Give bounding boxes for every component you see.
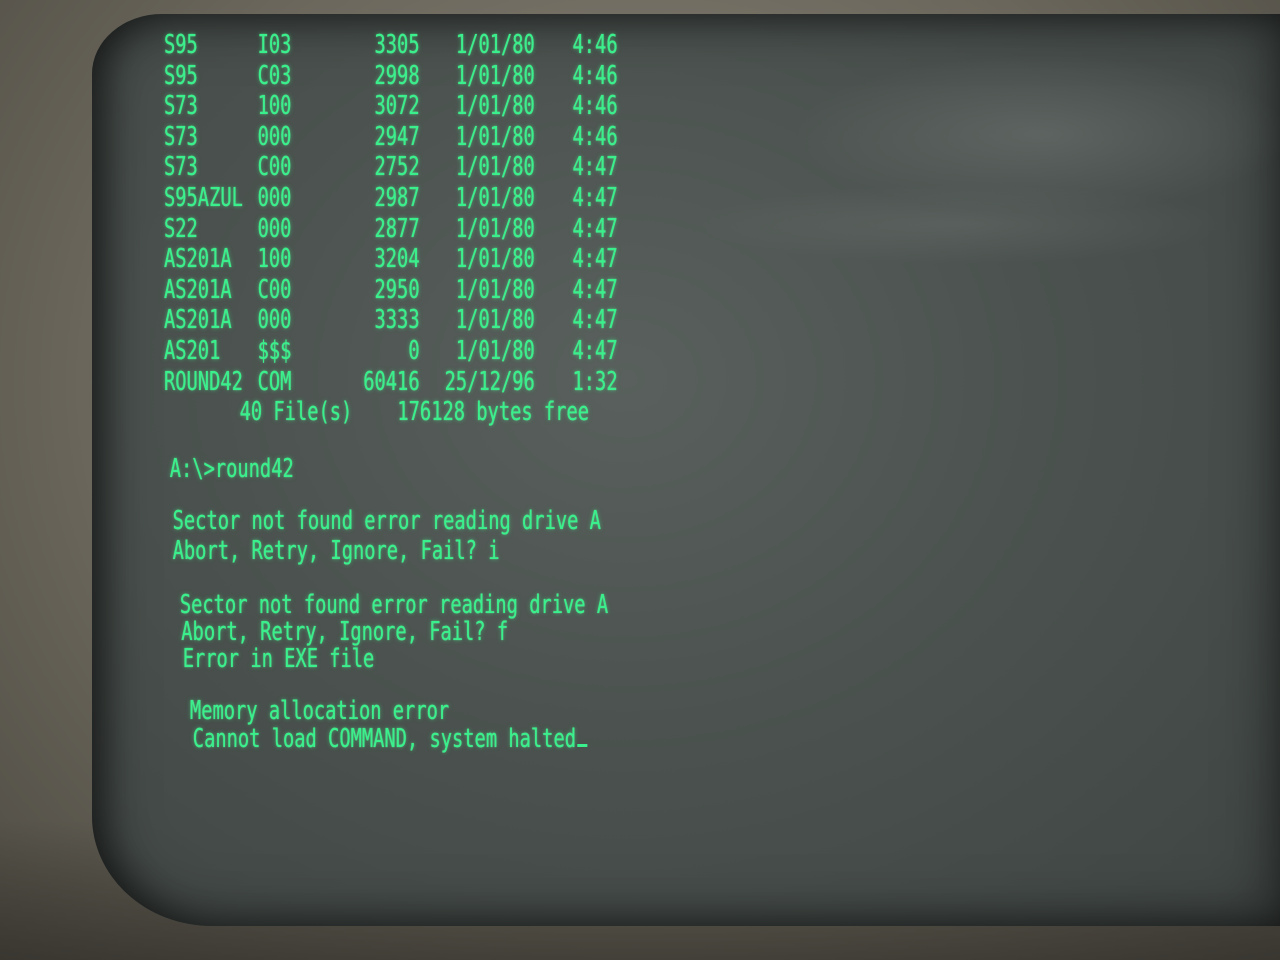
directory-row: S95 I03 3305 1/01/80 4:46 bbox=[164, 30, 618, 61]
file-size: 2998 bbox=[374, 60, 420, 91]
file-time: 4:46 bbox=[572, 30, 618, 60]
text-cursor bbox=[577, 744, 588, 747]
file-name: S73 bbox=[164, 152, 198, 183]
file-date: 1/01/80 bbox=[455, 152, 535, 183]
directory-row: AS201A C00 2950 1/01/80 4:47 bbox=[164, 275, 618, 306]
directory-summary: 40 File(s) 176128 bytes free bbox=[239, 397, 589, 427]
file-time: 4:47 bbox=[572, 152, 618, 183]
file-time: 1:32 bbox=[572, 366, 618, 397]
file-time: 4:47 bbox=[572, 244, 618, 275]
error-message: Sector not found error reading drive A bbox=[179, 590, 609, 620]
directory-row: S22 000 2877 1/01/80 4:47 bbox=[164, 214, 618, 245]
directory-row: S73 C00 2752 1/01/80 4:47 bbox=[164, 152, 618, 183]
file-time: 4:46 bbox=[572, 91, 618, 122]
halt-message-text: Cannot load COMMAND, system halted bbox=[192, 724, 576, 754]
file-date: 1/01/80 bbox=[455, 335, 535, 366]
file-name: AS201 bbox=[164, 335, 221, 366]
directory-listing: S95 I03 3305 1/01/80 4:46 S95 C03 2998 1/01/80 4:… bbox=[164, 30, 618, 397]
file-extension: C00 bbox=[257, 274, 292, 305]
file-name: S73 bbox=[164, 121, 198, 152]
error-message: Memory allocation error bbox=[189, 696, 450, 726]
file-name: AS201A bbox=[164, 274, 232, 305]
file-date: 1/01/80 bbox=[455, 305, 535, 336]
file-date: 1/01/80 bbox=[455, 274, 535, 305]
directory-row: S95 C03 2998 1/01/80 4:46 bbox=[164, 61, 618, 92]
file-date: 1/01/80 bbox=[455, 30, 535, 60]
crt-screen: S95 I03 3305 1/01/80 4:46 S95 C03 2998 1/01/80 4:… bbox=[92, 14, 1280, 926]
file-name: AS201A bbox=[164, 305, 232, 336]
file-time: 4:47 bbox=[572, 274, 618, 305]
file-date: 1/01/80 bbox=[455, 91, 535, 122]
file-size: 3305 bbox=[374, 30, 420, 60]
file-date: 25/12/96 bbox=[444, 366, 535, 397]
file-extension: $$$ bbox=[257, 335, 292, 366]
file-size: 0 bbox=[408, 335, 420, 366]
directory-row: S95AZUL 000 2987 1/01/80 4:47 bbox=[164, 183, 618, 214]
file-extension: 000 bbox=[257, 121, 292, 152]
file-size: 3204 bbox=[374, 244, 420, 275]
file-name: S22 bbox=[164, 213, 198, 244]
file-extension: 100 bbox=[257, 244, 292, 275]
file-name: S95AZUL bbox=[164, 182, 243, 213]
file-time: 4:47 bbox=[572, 182, 618, 213]
file-extension: 100 bbox=[257, 91, 292, 122]
directory-row: AS201A 000 3333 1/01/80 4:47 bbox=[164, 305, 618, 336]
file-time: 4:47 bbox=[572, 305, 618, 336]
file-extension: C03 bbox=[257, 60, 292, 91]
file-size: 2877 bbox=[374, 213, 420, 244]
file-time: 4:46 bbox=[572, 60, 618, 91]
halt-message: Cannot load COMMAND, system halted bbox=[193, 724, 588, 754]
file-size: 2950 bbox=[374, 274, 420, 305]
file-extension: 000 bbox=[257, 182, 292, 213]
file-size: 2752 bbox=[374, 152, 420, 183]
file-time: 4:47 bbox=[572, 213, 618, 244]
directory-row: AS201A 100 3204 1/01/80 4:47 bbox=[164, 244, 618, 275]
error-prompt: Abort, Retry, Ignore, Fail? f bbox=[181, 617, 509, 647]
file-name: AS201A bbox=[164, 244, 232, 275]
file-size: 2947 bbox=[374, 121, 420, 152]
file-extension: 000 bbox=[257, 213, 292, 244]
file-time: 4:46 bbox=[572, 121, 618, 152]
command-prompt[interactable]: A:\>round42 bbox=[170, 454, 294, 484]
directory-row: ROUND42 COM 60416 25/12/96 1:32 bbox=[164, 367, 618, 398]
file-extension: 000 bbox=[257, 305, 292, 336]
file-date: 1/01/80 bbox=[455, 213, 535, 244]
file-name: ROUND42 bbox=[164, 366, 243, 397]
error-message: Sector not found error reading drive A bbox=[172, 506, 601, 536]
file-name: S73 bbox=[164, 91, 198, 122]
file-size: 60416 bbox=[363, 366, 420, 397]
file-name: S95 bbox=[164, 30, 198, 60]
file-date: 1/01/80 bbox=[455, 182, 535, 213]
file-date: 1/01/80 bbox=[455, 244, 535, 275]
file-extension: I03 bbox=[257, 30, 292, 60]
error-prompt: Abort, Retry, Ignore, Fail? i bbox=[172, 536, 500, 566]
file-extension: COM bbox=[257, 366, 292, 397]
error-message: Error in EXE file bbox=[182, 644, 375, 674]
file-date: 1/01/80 bbox=[455, 121, 535, 152]
file-date: 1/01/80 bbox=[455, 60, 535, 91]
file-extension: C00 bbox=[257, 152, 292, 183]
file-size: 2987 bbox=[374, 182, 420, 213]
directory-row: AS201 $$$ 0 1/01/80 4:47 bbox=[164, 336, 618, 367]
file-name: S95 bbox=[164, 60, 198, 91]
directory-row: S73 000 2947 1/01/80 4:46 bbox=[164, 122, 618, 153]
dos-terminal: S95 I03 3305 1/01/80 4:46 S95 C03 2998 1/01/80 4:… bbox=[92, 14, 947, 926]
file-size: 3072 bbox=[374, 91, 420, 122]
file-time: 4:47 bbox=[572, 335, 618, 366]
file-size: 3333 bbox=[374, 305, 420, 336]
directory-row: S73 100 3072 1/01/80 4:46 bbox=[164, 91, 618, 122]
